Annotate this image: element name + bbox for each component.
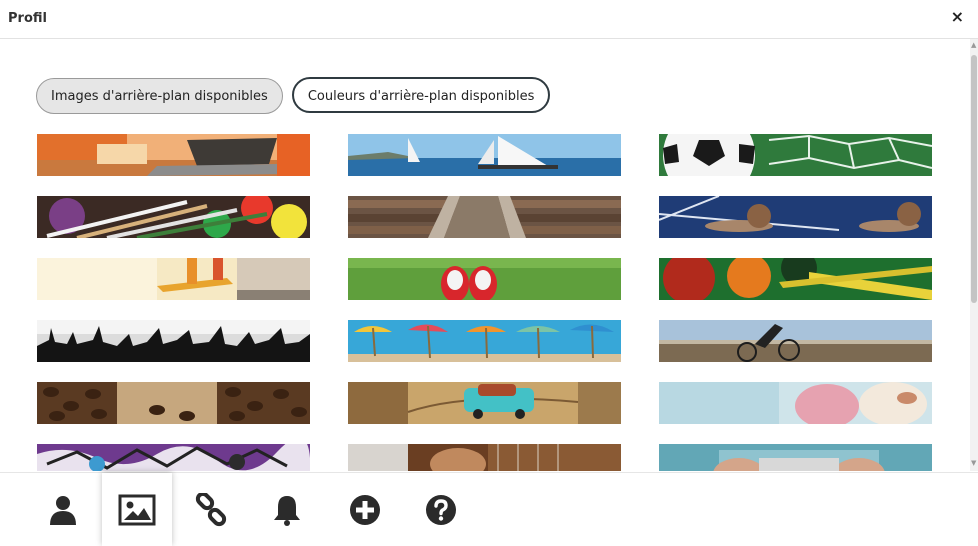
background-thumb-sneakers-grass[interactable] bbox=[348, 258, 621, 300]
railway-tracks-image bbox=[348, 196, 621, 238]
vertical-scrollbar[interactable]: ▲ ▼ bbox=[970, 39, 978, 471]
nav-background-image-button[interactable] bbox=[102, 473, 172, 546]
background-thumb-billiard-balls[interactable] bbox=[659, 258, 932, 300]
nav-links-button[interactable] bbox=[176, 473, 246, 546]
content-area: Images d'arrière-plan disponibles Couleu… bbox=[0, 39, 970, 471]
background-thumb-cyclist[interactable] bbox=[659, 320, 932, 362]
tab-background-images[interactable]: Images d'arrière-plan disponibles bbox=[36, 78, 283, 114]
beach-umbrellas-image bbox=[348, 320, 621, 362]
help-circle-icon bbox=[426, 494, 456, 525]
background-thumb-coffee-beans[interactable] bbox=[37, 382, 310, 424]
plus-circle-icon bbox=[350, 494, 380, 525]
nav-notifications-button[interactable] bbox=[252, 473, 322, 546]
concert-crowd-image bbox=[37, 320, 310, 362]
scrollbar-thumb[interactable] bbox=[971, 55, 977, 303]
graffiti-image bbox=[37, 444, 310, 471]
close-icon[interactable]: × bbox=[951, 9, 964, 25]
scroll-down-arrow-icon[interactable]: ▼ bbox=[971, 459, 976, 467]
camera-hands-image bbox=[659, 444, 932, 471]
tab-bar: Images d'arrière-plan disponibles Couleu… bbox=[36, 77, 554, 114]
cyclist-image bbox=[659, 320, 932, 362]
tab-background-colors[interactable]: Couleurs d'arrière-plan disponibles bbox=[291, 77, 551, 113]
nav-help-button[interactable] bbox=[406, 473, 476, 546]
dialog-title: Profil bbox=[8, 11, 47, 26]
background-thumb-graffiti[interactable] bbox=[37, 444, 310, 471]
background-thumb-camera-hands[interactable] bbox=[659, 444, 932, 471]
background-thumb-desk-laptop[interactable] bbox=[37, 134, 310, 176]
desk-laptop-image bbox=[37, 134, 310, 176]
billiard-balls-image bbox=[659, 258, 932, 300]
guitar-image bbox=[348, 444, 621, 471]
nav-profile-button[interactable] bbox=[28, 473, 98, 546]
bell-icon bbox=[274, 495, 300, 526]
soccer-ball-image bbox=[659, 134, 932, 176]
background-thumb-railway-tracks[interactable] bbox=[348, 196, 621, 238]
image-icon bbox=[118, 494, 156, 525]
ice-cream-image bbox=[659, 382, 932, 424]
profile-nav-bar bbox=[0, 472, 978, 546]
paintbrushes-image bbox=[37, 196, 310, 238]
background-thumb-sailboats[interactable] bbox=[348, 134, 621, 176]
background-thumb-soccer-ball[interactable] bbox=[659, 134, 932, 176]
background-thumb-guitar[interactable] bbox=[348, 444, 621, 471]
background-thumb-beach-umbrellas[interactable] bbox=[348, 320, 621, 362]
sailboats-image bbox=[348, 134, 621, 176]
background-thumb-snails[interactable] bbox=[659, 196, 932, 238]
dialog-header: Profil × bbox=[0, 0, 978, 39]
skateboard-image bbox=[37, 258, 310, 300]
user-icon bbox=[50, 495, 76, 525]
sneakers-grass-image bbox=[348, 258, 621, 300]
background-thumb-map-toy-car[interactable] bbox=[348, 382, 621, 424]
map-toy-car-image bbox=[348, 382, 621, 424]
coffee-beans-image bbox=[37, 382, 310, 424]
scroll-up-arrow-icon[interactable]: ▲ bbox=[971, 41, 976, 49]
nav-add-button[interactable] bbox=[330, 473, 400, 546]
background-thumb-ice-cream[interactable] bbox=[659, 382, 932, 424]
background-thumb-concert-crowd[interactable] bbox=[37, 320, 310, 362]
background-thumb-skateboard[interactable] bbox=[37, 258, 310, 300]
background-thumb-paintbrushes[interactable] bbox=[37, 196, 310, 238]
snails-image bbox=[659, 196, 932, 238]
link-icon bbox=[195, 492, 227, 526]
